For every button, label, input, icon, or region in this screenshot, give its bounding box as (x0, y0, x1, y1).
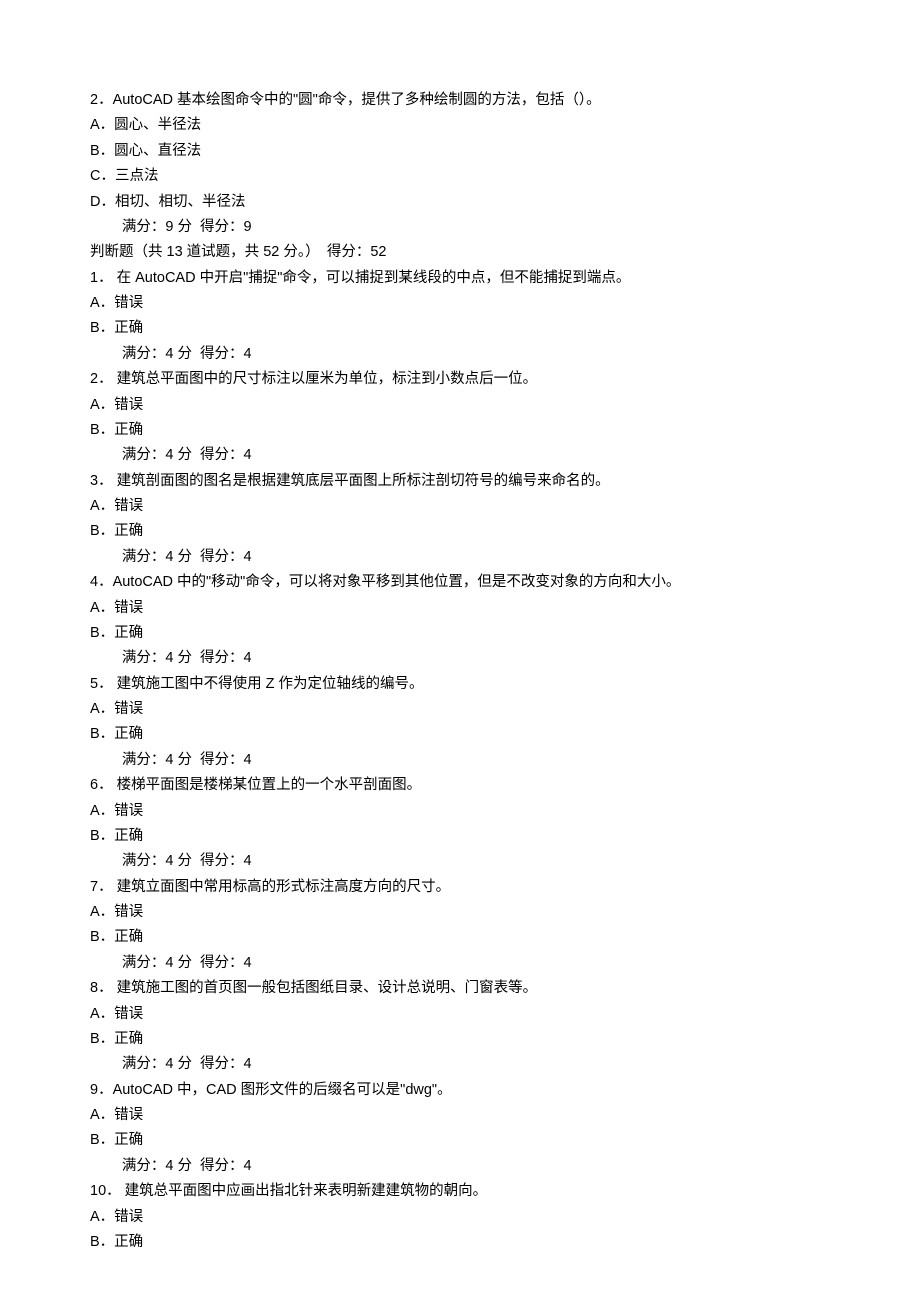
judge-q10-option-a: A．错误 (90, 1205, 830, 1230)
judge-q4-option-b: B．正确 (90, 621, 830, 646)
judge-q6-block: 6． 楼梯平面图是楼梯某位置上的一个水平剖面图。 A．错误 B．正确 满分：4 … (90, 773, 830, 875)
judge-q6-score-line: 满分：4 分 得分：4 (90, 849, 830, 874)
judge-q6-option-b: B．正确 (90, 824, 830, 849)
mcq2-option-a: A．圆心、半径法 (90, 113, 830, 138)
judge-q7-score-line: 满分：4 分 得分：4 (90, 951, 830, 976)
judge-q2-option-b: B．正确 (90, 418, 830, 443)
judge-q5-block: 5． 建筑施工图中不得使用 Z 作为定位轴线的编号。 A．错误 B．正确 满分：… (90, 672, 830, 774)
mcq2-option-d: D．相切、相切、半径法 (90, 190, 830, 215)
judge-q5-option-a: A．错误 (90, 697, 830, 722)
judge-q10-stem: 10． 建筑总平面图中应画出指北针来表明新建建筑物的朝向。 (90, 1179, 830, 1204)
judge-q3-option-a: A．错误 (90, 494, 830, 519)
judge-q9-stem: 9．AutoCAD 中，CAD 图形文件的后缀名可以是"dwg"。 (90, 1078, 830, 1103)
judge-q5-stem: 5． 建筑施工图中不得使用 Z 作为定位轴线的编号。 (90, 672, 830, 697)
judge-q1-option-b: B．正确 (90, 316, 830, 341)
judge-q4-stem: 4．AutoCAD 中的"移动"命令，可以将对象平移到其他位置，但是不改变对象的… (90, 570, 830, 595)
judge-q2-stem: 2． 建筑总平面图中的尺寸标注以厘米为单位，标注到小数点后一位。 (90, 367, 830, 392)
judge-q9-option-a: A．错误 (90, 1103, 830, 1128)
judge-q6-option-a: A．错误 (90, 799, 830, 824)
judge-q8-stem: 8． 建筑施工图的首页图一般包括图纸目录、设计总说明、门窗表等。 (90, 976, 830, 1001)
judge-q9-option-b: B．正确 (90, 1128, 830, 1153)
judge-q6-stem: 6． 楼梯平面图是楼梯某位置上的一个水平剖面图。 (90, 773, 830, 798)
judge-q2-option-a: A．错误 (90, 393, 830, 418)
judge-q9-score-line: 满分：4 分 得分：4 (90, 1154, 830, 1179)
judge-q8-block: 8． 建筑施工图的首页图一般包括图纸目录、设计总说明、门窗表等。 A．错误 B．… (90, 976, 830, 1078)
judge-q1-stem: 1． 在 AutoCAD 中开启"捕捉"命令，可以捕捉到某线段的中点，但不能捕捉… (90, 266, 830, 291)
judge-q7-block: 7． 建筑立面图中常用标高的形式标注高度方向的尺寸。 A．错误 B．正确 满分：… (90, 875, 830, 977)
judge-q8-option-a: A．错误 (90, 1002, 830, 1027)
judge-q3-stem: 3． 建筑剖面图的图名是根据建筑底层平面图上所标注剖切符号的编号来命名的。 (90, 469, 830, 494)
judge-q3-score-line: 满分：4 分 得分：4 (90, 545, 830, 570)
mcq2-stem: 2．AutoCAD 基本绘图命令中的"圆"命令，提供了多种绘制圆的方法，包括（）… (90, 88, 830, 113)
judge-q8-score-line: 满分：4 分 得分：4 (90, 1052, 830, 1077)
judge-q7-option-b: B．正确 (90, 925, 830, 950)
judge-q2-block: 2． 建筑总平面图中的尺寸标注以厘米为单位，标注到小数点后一位。 A．错误 B．… (90, 367, 830, 469)
judge-q5-score-line: 满分：4 分 得分：4 (90, 748, 830, 773)
judge-q8-option-b: B．正确 (90, 1027, 830, 1052)
judge-q2-score-line: 满分：4 分 得分：4 (90, 443, 830, 468)
judge-q7-option-a: A．错误 (90, 900, 830, 925)
judge-q3-option-b: B．正确 (90, 519, 830, 544)
judge-q7-stem: 7． 建筑立面图中常用标高的形式标注高度方向的尺寸。 (90, 875, 830, 900)
judge-q4-block: 4．AutoCAD 中的"移动"命令，可以将对象平移到其他位置，但是不改变对象的… (90, 570, 830, 672)
judge-q4-score-line: 满分：4 分 得分：4 (90, 646, 830, 671)
judge-q1-option-a: A．错误 (90, 291, 830, 316)
judge-section-header: 判断题（共 13 道试题，共 52 分。） 得分：52 (90, 240, 830, 265)
judge-q1-score-line: 满分：4 分 得分：4 (90, 342, 830, 367)
judge-q1-block: 1． 在 AutoCAD 中开启"捕捉"命令，可以捕捉到某线段的中点，但不能捕捉… (90, 266, 830, 368)
mcq2-score-line: 满分：9 分 得分：9 (90, 215, 830, 240)
judge-q10-option-b: B．正确 (90, 1230, 830, 1255)
mcq2-block: 2．AutoCAD 基本绘图命令中的"圆"命令，提供了多种绘制圆的方法，包括（）… (90, 88, 830, 240)
judge-q3-block: 3． 建筑剖面图的图名是根据建筑底层平面图上所标注剖切符号的编号来命名的。 A．… (90, 469, 830, 571)
judge-q4-option-a: A．错误 (90, 596, 830, 621)
judge-q5-option-b: B．正确 (90, 722, 830, 747)
judge-q9-block: 9．AutoCAD 中，CAD 图形文件的后缀名可以是"dwg"。 A．错误 B… (90, 1078, 830, 1180)
mcq2-option-b: B．圆心、直径法 (90, 139, 830, 164)
mcq2-option-c: C．三点法 (90, 164, 830, 189)
judge-q10-block: 10． 建筑总平面图中应画出指北针来表明新建建筑物的朝向。 A．错误 B．正确 (90, 1179, 830, 1255)
document-page: 2．AutoCAD 基本绘图命令中的"圆"命令，提供了多种绘制圆的方法，包括（）… (0, 0, 920, 1295)
